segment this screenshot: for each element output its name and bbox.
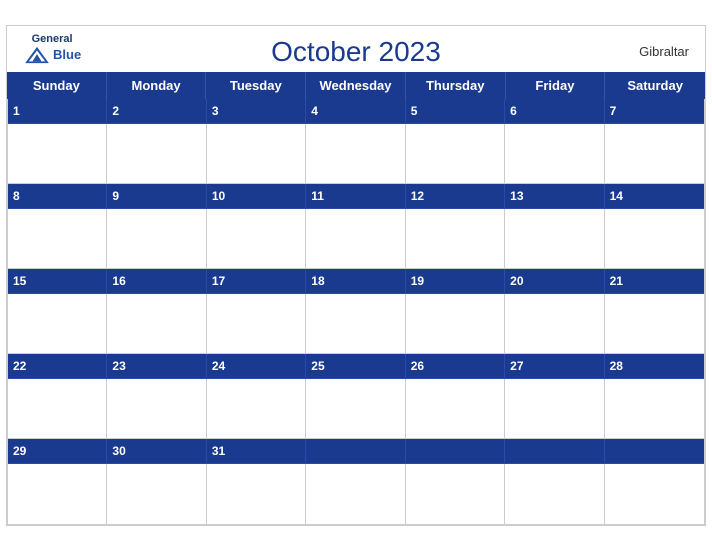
- week2-tue-body: [207, 209, 306, 269]
- week1-thu-header: 5: [406, 99, 505, 124]
- week2-wed-header: 11: [306, 184, 405, 209]
- logo-blue-text: Blue: [53, 48, 81, 61]
- week4-sun-body: [8, 379, 107, 439]
- calendar-body: 1 2 3 4 5 6 7 8 9 10 11 12 13 14: [7, 99, 705, 525]
- logo-general-text: General: [32, 34, 73, 45]
- week4-sat-header: 28: [605, 354, 704, 379]
- week4-thu-header: 26: [406, 354, 505, 379]
- week5-mon-body: [107, 464, 206, 524]
- calendar-title: October 2023: [271, 36, 441, 68]
- week2-sun-header: 8: [8, 184, 107, 209]
- day-tuesday: Tuesday: [206, 72, 306, 99]
- week4-mon-header: 23: [107, 354, 206, 379]
- week4-fri-header: 27: [505, 354, 604, 379]
- week1-fri-header: 6: [505, 99, 604, 124]
- week-1-header: 1 2 3 4 5 6 7: [8, 99, 704, 124]
- week-2-header: 8 9 10 11 12 13 14: [8, 184, 704, 209]
- week4-mon-body: [107, 379, 206, 439]
- week3-tue-header: 17: [207, 269, 306, 294]
- week4-fri-body: [505, 379, 604, 439]
- week5-sun-header: 29: [8, 439, 107, 464]
- day-wednesday: Wednesday: [306, 72, 406, 99]
- day-sunday: Sunday: [7, 72, 107, 99]
- week5-thu-header: [406, 439, 505, 464]
- week3-mon-header: 16: [107, 269, 206, 294]
- week5-mon-header: 30: [107, 439, 206, 464]
- week4-sun-header: 22: [8, 354, 107, 379]
- calendar-header: General Blue October 2023 Gibraltar: [7, 26, 705, 72]
- week4-tue-header: 24: [207, 354, 306, 379]
- week5-sat-header: [605, 439, 704, 464]
- week4-tue-body: [207, 379, 306, 439]
- week1-sat-header: 7: [605, 99, 704, 124]
- week1-tue-body: [207, 124, 306, 184]
- week5-wed-body: [306, 464, 405, 524]
- week3-wed-body: [306, 294, 405, 354]
- week1-fri-body: [505, 124, 604, 184]
- week5-tue-body: [207, 464, 306, 524]
- week3-sat-header: 21: [605, 269, 704, 294]
- week-5-body: [8, 464, 704, 524]
- week2-sat-header: 14: [605, 184, 704, 209]
- week2-sun-body: [8, 209, 107, 269]
- week2-fri-body: [505, 209, 604, 269]
- week5-sat-body: [605, 464, 704, 524]
- week1-sun-body: [8, 124, 107, 184]
- week-1-body: [8, 124, 704, 184]
- week1-wed-header: 4: [306, 99, 405, 124]
- week3-thu-header: 19: [406, 269, 505, 294]
- week4-sat-body: [605, 379, 704, 439]
- week-2-body: [8, 209, 704, 269]
- week2-sat-body: [605, 209, 704, 269]
- week4-wed-header: 25: [306, 354, 405, 379]
- day-monday: Monday: [107, 72, 207, 99]
- week3-sat-body: [605, 294, 704, 354]
- day-saturday: Saturday: [605, 72, 705, 99]
- day-thursday: Thursday: [406, 72, 506, 99]
- week5-wed-header: [306, 439, 405, 464]
- week5-tue-header: 31: [207, 439, 306, 464]
- week2-thu-body: [406, 209, 505, 269]
- week5-thu-body: [406, 464, 505, 524]
- calendar: General Blue October 2023 Gibraltar Sund…: [6, 25, 706, 526]
- week2-tue-header: 10: [207, 184, 306, 209]
- week-3-header: 15 16 17 18 19 20 21: [8, 269, 704, 294]
- week3-wed-header: 18: [306, 269, 405, 294]
- week3-sun-body: [8, 294, 107, 354]
- week3-mon-body: [107, 294, 206, 354]
- week1-tue-header: 3: [207, 99, 306, 124]
- week1-mon-header: 2: [107, 99, 206, 124]
- logo-icon: [23, 45, 51, 65]
- week2-mon-header: 9: [107, 184, 206, 209]
- country-label: Gibraltar: [639, 44, 689, 59]
- week1-thu-body: [406, 124, 505, 184]
- week3-tue-body: [207, 294, 306, 354]
- week1-sat-body: [605, 124, 704, 184]
- day-friday: Friday: [506, 72, 606, 99]
- week5-fri-header: [505, 439, 604, 464]
- week1-wed-body: [306, 124, 405, 184]
- week5-sun-body: [8, 464, 107, 524]
- week-5-header: 29 30 31: [8, 439, 704, 464]
- week4-thu-body: [406, 379, 505, 439]
- week4-wed-body: [306, 379, 405, 439]
- week-3-body: [8, 294, 704, 354]
- week-4-header: 22 23 24 25 26 27 28: [8, 354, 704, 379]
- week3-thu-body: [406, 294, 505, 354]
- week3-fri-body: [505, 294, 604, 354]
- days-header: Sunday Monday Tuesday Wednesday Thursday…: [7, 72, 705, 99]
- week2-thu-header: 12: [406, 184, 505, 209]
- week2-mon-body: [107, 209, 206, 269]
- week2-wed-body: [306, 209, 405, 269]
- week2-fri-header: 13: [505, 184, 604, 209]
- week3-sun-header: 15: [8, 269, 107, 294]
- week5-fri-body: [505, 464, 604, 524]
- week-4-body: [8, 379, 704, 439]
- week3-fri-header: 20: [505, 269, 604, 294]
- logo: General Blue: [23, 34, 81, 65]
- week1-mon-body: [107, 124, 206, 184]
- week1-sun-header: 1: [8, 99, 107, 124]
